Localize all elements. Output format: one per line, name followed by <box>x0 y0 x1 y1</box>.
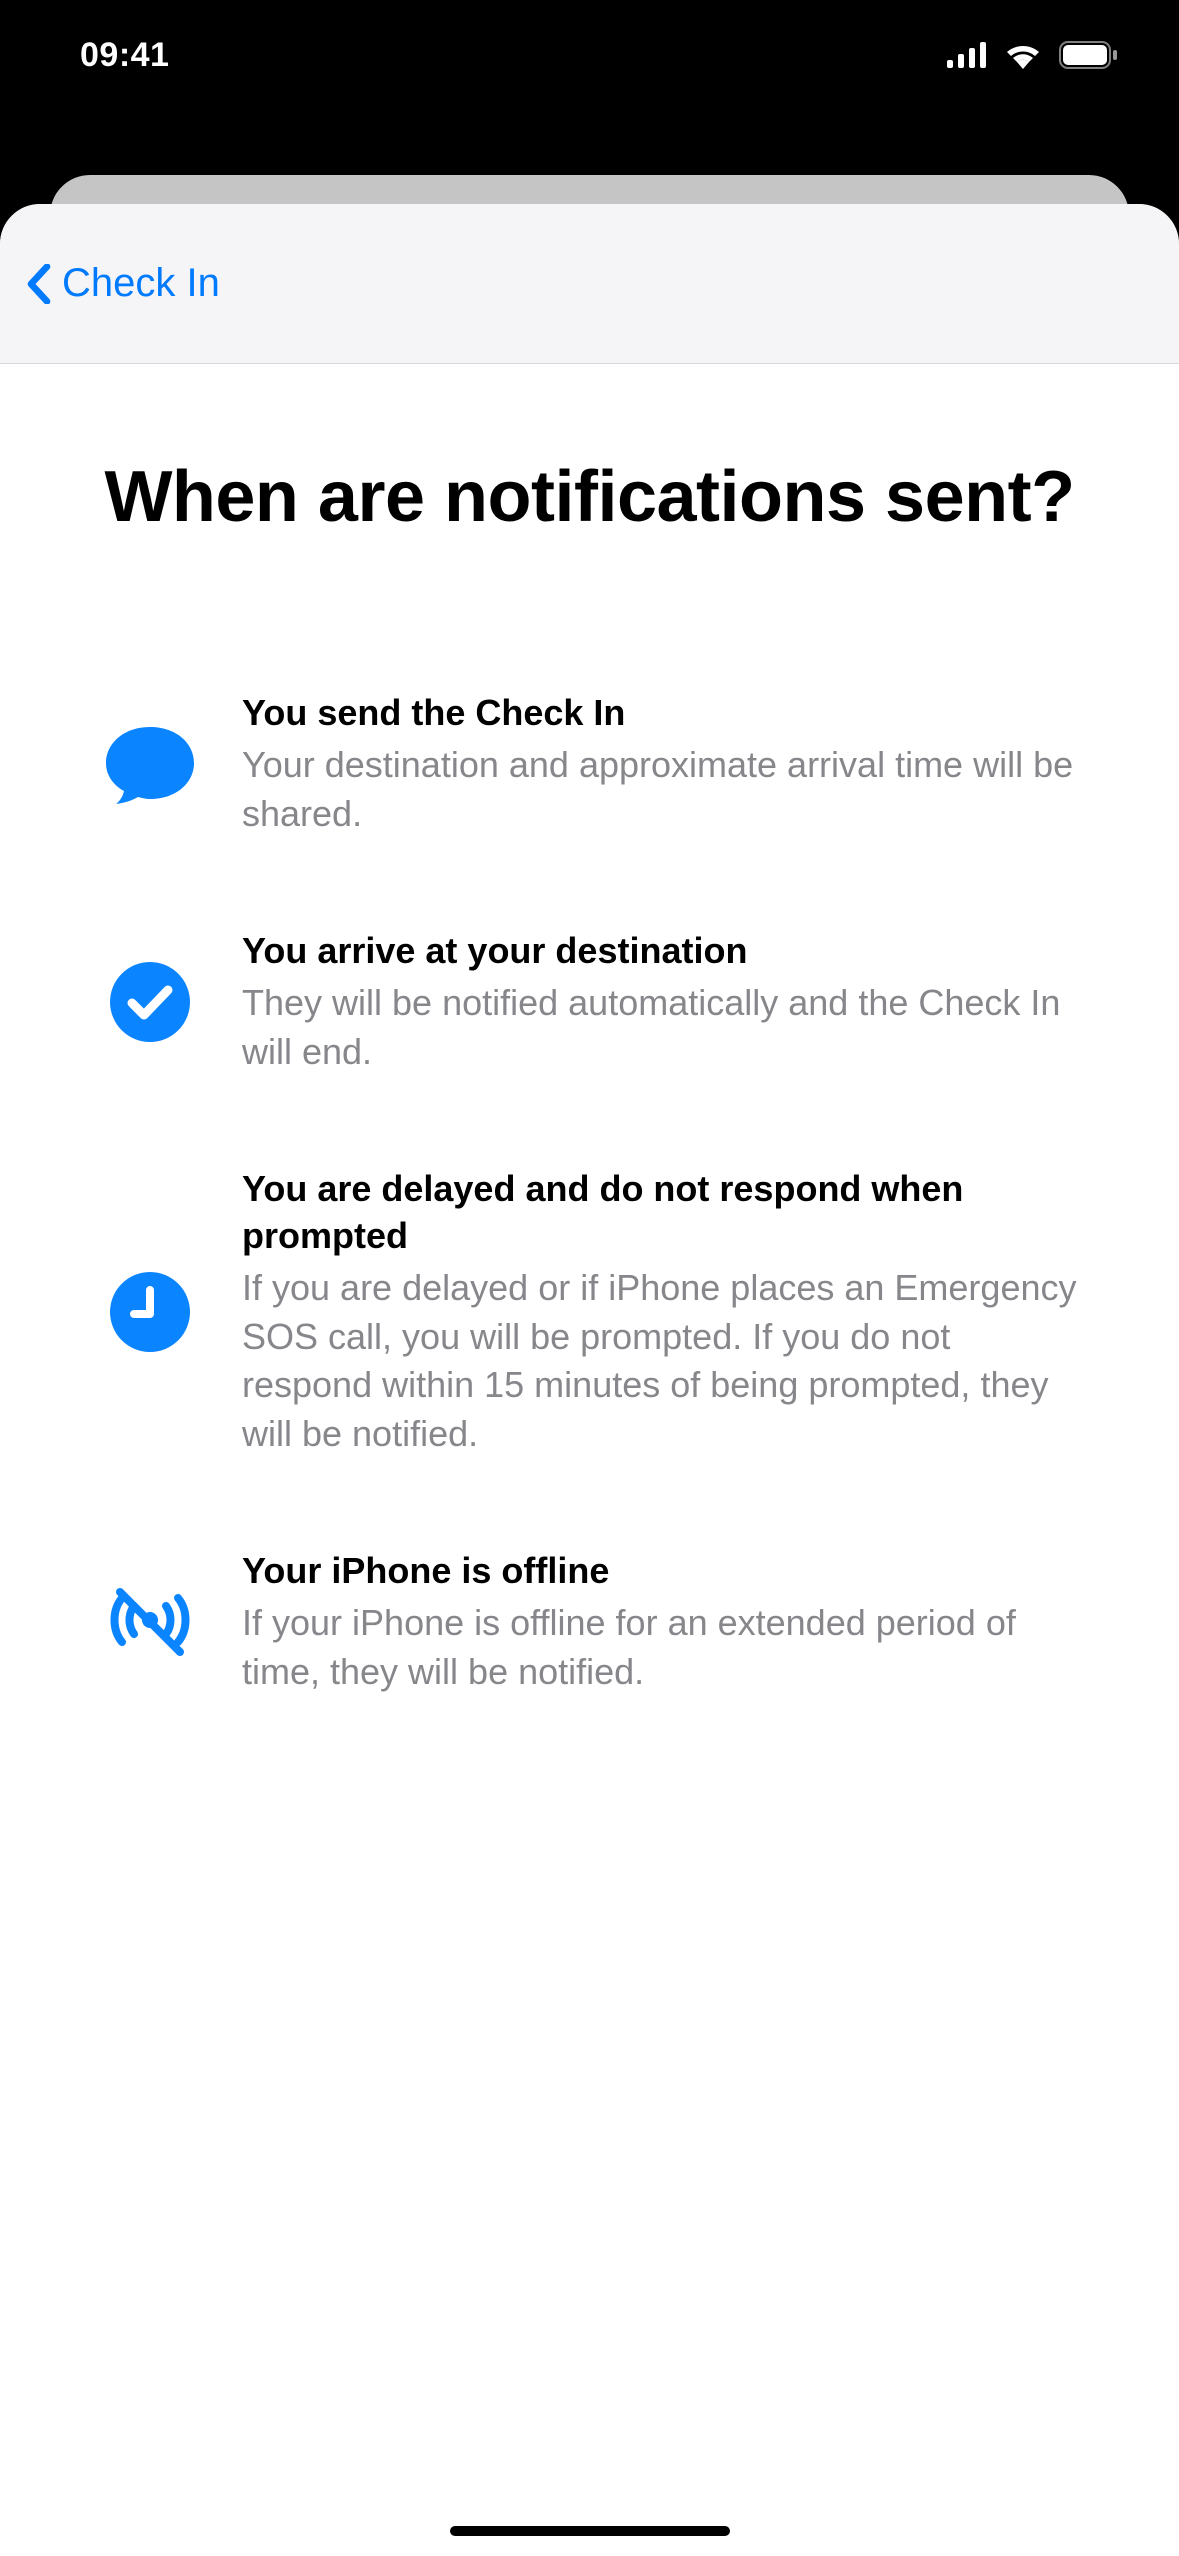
navigation-bar: Check In <box>0 204 1179 364</box>
info-item-offline: Your iPhone is offline If your iPhone is… <box>100 1548 1079 1696</box>
item-body: If you are delayed or if iPhone places a… <box>242 1264 1079 1458</box>
back-button[interactable]: Check In <box>24 261 220 306</box>
cellular-icon <box>947 42 987 68</box>
back-label: Check In <box>62 261 220 306</box>
item-title: You are delayed and do not respond when … <box>242 1166 1079 1260</box>
battery-icon <box>1059 41 1119 69</box>
info-item-arrive: You arrive at your destination They will… <box>100 928 1079 1076</box>
item-title: Your iPhone is offline <box>242 1548 1079 1595</box>
chevron-left-icon <box>24 264 54 304</box>
item-body: They will be notified automatically and … <box>242 979 1079 1076</box>
info-item-send: You send the Check In Your destination a… <box>100 690 1079 838</box>
modal-sheet: Check In When are notifications sent? Yo… <box>0 204 1179 2556</box>
message-bubble-icon <box>100 719 200 809</box>
clock-icon <box>100 1272 200 1352</box>
status-icons <box>947 41 1119 69</box>
item-body: If your iPhone is offline for an extende… <box>242 1599 1079 1696</box>
item-title: You arrive at your destination <box>242 928 1079 975</box>
page-title: When are notifications sent? <box>100 454 1079 540</box>
checkmark-circle-icon <box>100 962 200 1042</box>
info-item-delayed: You are delayed and do not respond when … <box>100 1166 1079 1458</box>
home-indicator[interactable] <box>450 2526 730 2536</box>
item-body: Your destination and approximate arrival… <box>242 741 1079 838</box>
status-bar: 09:41 <box>0 0 1179 110</box>
status-time: 09:41 <box>80 36 169 75</box>
wifi-icon <box>1003 41 1043 69</box>
offline-antenna-icon <box>100 1582 200 1662</box>
item-title: You send the Check In <box>242 690 1079 737</box>
content: When are notifications sent? You send th… <box>0 364 1179 1696</box>
